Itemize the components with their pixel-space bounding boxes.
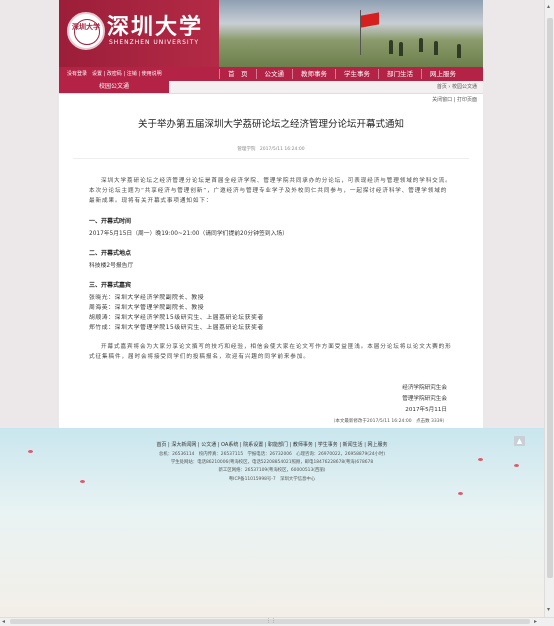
signature-1: 经济学院研究生会 (402, 385, 447, 391)
scroll-up-icon[interactable]: ▴ (547, 3, 550, 10)
divider (73, 158, 469, 159)
footer-line: 新工区网络：26537109(粤海校区，60000513(西丽) (218, 468, 326, 473)
site-footer: ▲ 首页 | 深大新闻网 | 公文通 | OA系统 | 院系设置 | 职能部门 … (0, 428, 544, 617)
flag-icon (361, 12, 379, 28)
university-name-cn: 深圳大学 (107, 14, 204, 40)
login-links[interactable]: 没有登录 设置 | 改密码 | 注销 | 使用说明 (67, 70, 162, 77)
article-title: 关于举办第五届深圳大学荔研论坛之经济管理分论坛开幕式通知 (137, 119, 404, 130)
guest-item: 郑竹成：深圳大学管理学院15级研究生、上届荔研论坛获奖者 (89, 325, 264, 331)
university-seal-icon: 深圳大学 (67, 12, 105, 50)
footer-line: 总机：26536114 校内传真：26537115 学报电话：26732006 … (158, 452, 386, 457)
article-closing: 开幕式嘉宾将会为大家分享论文撰写的技巧和经验，相信会使大家在论文写作方面受益匪浅… (89, 344, 452, 360)
footer-line: 学生处网站：电话86210006(粤海校区，电话52208854021照顾，邮电… (170, 460, 374, 465)
person-figure (434, 41, 438, 55)
footer-links[interactable]: 首页 | 深大新闻网 | 公文通 | OA系统 | 院系设置 | 职能部门 | … (0, 441, 544, 448)
nav-student-affairs[interactable]: 学生事务 (335, 69, 378, 79)
section-heading: 三、开幕式嘉宾 (89, 282, 132, 289)
section-heading: 二、开幕式地点 (89, 250, 132, 257)
event-venue: 科技楼2号报告厅 (89, 263, 134, 269)
nav-teacher-affairs[interactable]: 教师事务 (292, 69, 335, 79)
footer-line: 粤ICP备11015998号-7 深圳大学信息中心 (228, 477, 316, 482)
vertical-scrollbar[interactable]: ▴ ▾ (544, 0, 554, 617)
event-time: 2017年5月15日（周一）晚19:00~21:00（请同学们提前20分钟签到入… (89, 231, 288, 237)
person-figure (457, 44, 461, 58)
person-figure (399, 42, 403, 56)
guest-item: 张晓光：深圳大学经济学院副院长、教授 (89, 295, 205, 301)
nav-online-services[interactable]: 网上服务 (421, 69, 464, 79)
nav-home[interactable]: 首 页 (219, 69, 256, 79)
breadcrumb[interactable]: 首页 › 校园公文通 (437, 83, 477, 90)
nav-department-life[interactable]: 部门生活 (378, 69, 421, 79)
page-column: 深圳大学 深圳大学 SHENZHEN UNIVERSITY 没有登录 设置 | … (59, 0, 483, 428)
person-figure (419, 38, 423, 52)
site-banner: 深圳大学 深圳大学 SHENZHEN UNIVERSITY (59, 0, 483, 67)
browser-viewport: 深圳大学 深圳大学 SHENZHEN UNIVERSITY 没有登录 设置 | … (0, 0, 544, 617)
banner-photo (219, 0, 483, 67)
university-name-en: SHENZHEN UNIVERSITY (109, 39, 200, 46)
seal-text: 深圳大学 (72, 23, 100, 31)
scroll-left-icon[interactable]: ◂ (2, 618, 5, 625)
petal-decoration (458, 492, 463, 495)
scroll-thumb[interactable] (547, 18, 553, 578)
section-bar: 校园公文通 首页 › 校园公文通 (59, 81, 483, 94)
signature-2: 管理学院研究生会 (402, 396, 447, 402)
guest-item: 胡顺涛：深圳大学经济学院15级研究生、上届荔研论坛获奖者 (89, 315, 264, 321)
page-tools[interactable]: 关闭窗口 | 打印页面 (432, 96, 477, 103)
scroll-down-icon[interactable]: ▾ (547, 606, 550, 613)
section-heading: 一、开幕式时间 (89, 218, 132, 225)
scroll-grip-icon: ⋮⋮ (266, 618, 276, 624)
nav-items: 首 页 公文通 教师事务 学生事务 部门生活 网上服务 (219, 69, 483, 79)
section-title[interactable]: 校园公文通 (59, 81, 169, 93)
guest-item: 周海英：深圳大学管理学院副院长、教授 (89, 305, 205, 311)
article-meta: 管理学院 2017/5/11 16:24:00 (237, 147, 305, 152)
logo-area[interactable]: 深圳大学 深圳大学 SHENZHEN UNIVERSITY (59, 0, 219, 67)
update-info: （本文最新修改于2017/5/11 16:24:00 点击数 3339） (330, 419, 447, 424)
signature-date: 2017年5月11日 (405, 407, 447, 413)
article-intro: 深圳大学荔研论坛之经济管理分论坛是首届全经济学院、管理学院共同承办的分论坛，可表… (89, 178, 452, 204)
main-nav: 没有登录 设置 | 改密码 | 注销 | 使用说明 首 页 公文通 教师事务 学… (59, 67, 483, 81)
person-figure (389, 40, 393, 54)
scroll-right-icon[interactable]: ▸ (534, 618, 537, 625)
nav-notices[interactable]: 公文通 (255, 69, 293, 79)
